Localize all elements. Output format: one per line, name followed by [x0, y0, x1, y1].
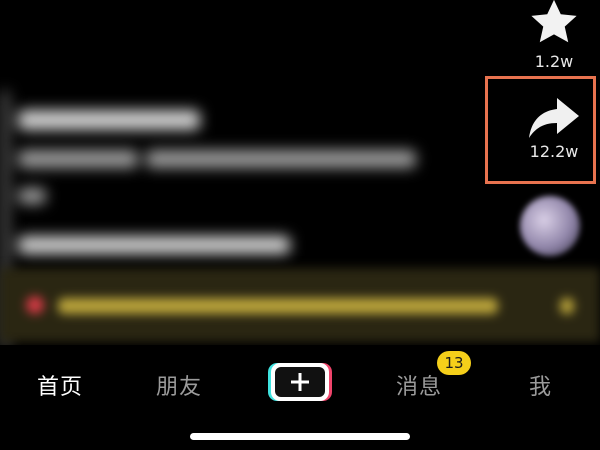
messages-badge: 13 — [437, 351, 471, 375]
create-button[interactable] — [268, 363, 332, 401]
plus-icon — [291, 373, 309, 391]
home-indicator[interactable] — [190, 433, 410, 440]
share-count: 12.2w — [529, 142, 579, 161]
favorite-action[interactable]: 1.2w — [516, 0, 592, 71]
star-icon — [531, 0, 577, 43]
share-arrow-icon — [529, 98, 579, 138]
video-feed-screen: 1.2w 12.2w 首页 朋友 消息 13 我 — [0, 0, 600, 450]
nav-messages[interactable]: 消息 — [396, 369, 442, 401]
share-action[interactable]: 12.2w — [516, 96, 592, 161]
favorite-count: 1.2w — [534, 52, 574, 71]
nav-friends[interactable]: 朋友 — [156, 369, 202, 401]
blurred-promo-strip — [0, 268, 600, 342]
nav-home[interactable]: 首页 — [37, 369, 83, 401]
nav-me[interactable]: 我 — [529, 369, 552, 401]
creator-avatar[interactable] — [520, 196, 580, 256]
